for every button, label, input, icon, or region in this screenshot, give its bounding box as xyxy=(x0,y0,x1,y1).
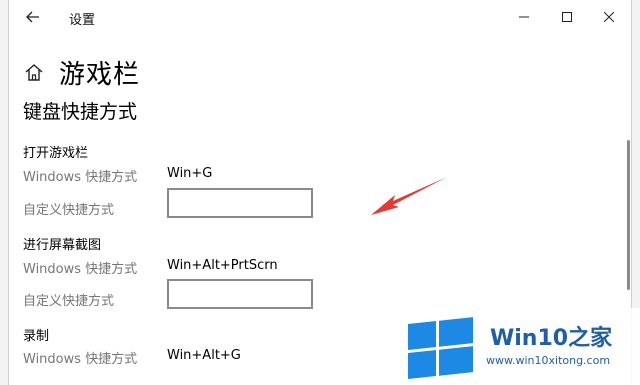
windows-shortcut-label: Windows 快捷方式 xyxy=(23,352,138,367)
custom-shortcut-input-screenshot[interactable] xyxy=(167,279,313,309)
minimize-icon xyxy=(519,16,529,18)
windows-shortcut-value: Win+Alt+G xyxy=(167,348,241,363)
windows-shortcut-label: Windows 快捷方式 xyxy=(23,262,138,277)
maximize-icon xyxy=(562,12,572,22)
windows-shortcut-value: Win+Alt+PrtScrn xyxy=(167,258,278,273)
custom-shortcut-label: 自定义快捷方式 xyxy=(23,294,115,309)
custom-shortcut-input-open-game-bar[interactable] xyxy=(167,188,313,218)
group-title-record: 录制 xyxy=(23,329,50,344)
windows-shortcut-label: Windows 快捷方式 xyxy=(23,170,138,185)
back-arrow-icon xyxy=(26,11,39,23)
watermark-url: www.win10xitong.com xyxy=(486,354,611,367)
annotation-arrow-icon xyxy=(371,177,447,215)
title-bar: 设置 xyxy=(9,0,631,33)
close-button[interactable] xyxy=(589,4,629,30)
custom-shortcut-label: 自定义快捷方式 xyxy=(23,203,115,218)
minimize-button[interactable] xyxy=(504,4,544,30)
background-left-edge xyxy=(0,0,8,385)
windows-shortcut-value: Win+G xyxy=(167,166,213,181)
section-title: 键盘快捷方式 xyxy=(23,101,138,123)
maximize-button[interactable] xyxy=(547,4,587,30)
home-icon[interactable] xyxy=(23,61,45,83)
window-title: 设置 xyxy=(69,13,96,28)
page-title: 游戏栏 xyxy=(59,59,141,90)
close-icon xyxy=(604,12,614,22)
page-header: 游戏栏 xyxy=(23,54,140,90)
group-title-open-game-bar: 打开游戏栏 xyxy=(23,146,89,161)
group-title-screenshot: 进行屏幕截图 xyxy=(23,238,102,253)
vertical-scrollbar[interactable] xyxy=(627,140,630,290)
back-button[interactable] xyxy=(19,4,47,30)
watermark-brand: Win10之家 xyxy=(490,326,613,351)
